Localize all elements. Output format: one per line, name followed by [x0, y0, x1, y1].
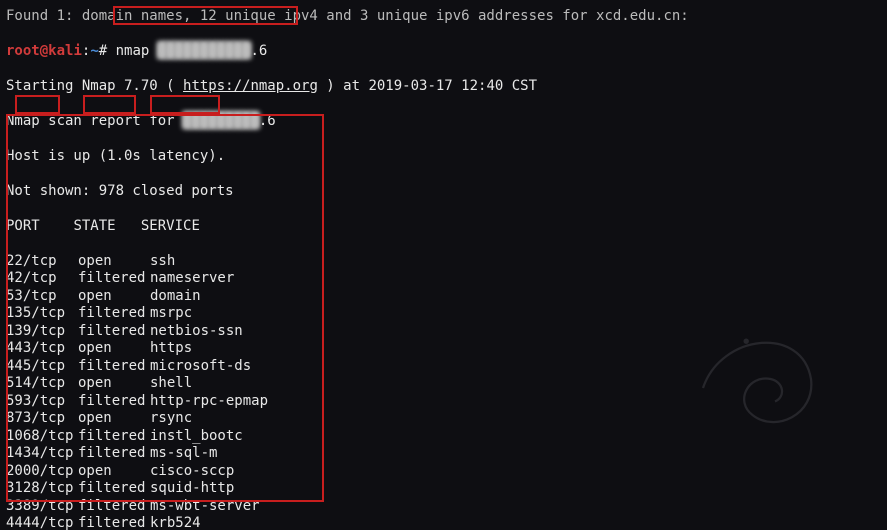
prompt-path: ~ — [90, 43, 98, 59]
cell-port: 445/tcp — [6, 358, 78, 376]
table-row: 873/tcpopenrsync — [6, 410, 881, 428]
cell-port: 3128/tcp — [6, 480, 78, 498]
table-row: 2000/tcpopencisco-sccp — [6, 463, 881, 481]
cell-port: 139/tcp — [6, 323, 78, 341]
prompt-at: @ — [40, 43, 48, 59]
cell-service: cisco-sccp — [150, 463, 234, 481]
hdr-port: PORT — [6, 218, 73, 234]
table-row: 135/tcpfilteredmsrpc — [6, 305, 881, 323]
cell-state: filtered — [78, 358, 150, 376]
cell-state: filtered — [78, 270, 150, 288]
table-row: 4444/tcpfilteredkrb524 — [6, 515, 881, 530]
cell-service: rsync — [150, 410, 192, 428]
cell-state: open — [78, 340, 150, 358]
table-row: 22/tcpopenssh — [6, 253, 881, 271]
cell-state: filtered — [78, 393, 150, 411]
cell-service: squid-http — [150, 480, 234, 498]
cell-state: open — [78, 288, 150, 306]
cell-port: 2000/tcp — [6, 463, 78, 481]
cell-state: open — [78, 375, 150, 393]
command-name: nmap — [116, 43, 158, 59]
table-row: 53/tcpopendomain — [6, 288, 881, 306]
cell-port: 1068/tcp — [6, 428, 78, 446]
prompt-user: root — [6, 43, 40, 59]
table-row: 139/tcpfilterednetbios-ssn — [6, 323, 881, 341]
nmap-url[interactable]: https://nmap.org — [183, 78, 318, 94]
cell-service: instl_bootc — [150, 428, 243, 446]
cell-port: 593/tcp — [6, 393, 78, 411]
cell-port: 22/tcp — [6, 253, 78, 271]
redacted-ip: ███████████ — [158, 43, 251, 59]
port-table: 22/tcpopenssh42/tcpfilterednameserver53/… — [6, 253, 881, 530]
prompt-host: kali — [48, 43, 82, 59]
cell-state: filtered — [78, 445, 150, 463]
table-header: PORT STATE SERVICE — [6, 218, 881, 236]
cell-port: 3389/tcp — [6, 498, 78, 516]
cell-service: domain — [150, 288, 201, 306]
cell-service: http-rpc-epmap — [150, 393, 268, 411]
table-row: 1068/tcpfilteredinstl_bootc — [6, 428, 881, 446]
table-row: 1434/tcpfilteredms-sql-m — [6, 445, 881, 463]
cell-state: filtered — [78, 515, 150, 530]
command-tail: .6 — [250, 43, 267, 59]
cell-service: ms-sql-m — [150, 445, 217, 463]
cell-state: open — [78, 463, 150, 481]
cell-service: ms-wbt-server — [150, 498, 260, 516]
not-shown-line: Not shown: 978 closed ports — [6, 183, 881, 201]
terminal-output: Found 1: domain names, 12 unique ipv4 an… — [0, 0, 887, 530]
cell-service: nameserver — [150, 270, 234, 288]
cell-state: filtered — [78, 305, 150, 323]
cell-service: microsoft-ds — [150, 358, 251, 376]
table-row: 3389/tcpfilteredms-wbt-server — [6, 498, 881, 516]
cell-port: 135/tcp — [6, 305, 78, 323]
table-row: 593/tcpfilteredhttp-rpc-epmap — [6, 393, 881, 411]
cell-state: filtered — [78, 498, 150, 516]
cell-port: 42/tcp — [6, 270, 78, 288]
cell-port: 443/tcp — [6, 340, 78, 358]
cell-port: 53/tcp — [6, 288, 78, 306]
cell-service: https — [150, 340, 192, 358]
cell-port: 514/tcp — [6, 375, 78, 393]
cell-state: filtered — [78, 428, 150, 446]
cell-service: netbios-ssn — [150, 323, 243, 341]
cell-port: 4444/tcp — [6, 515, 78, 530]
cell-state: filtered — [78, 323, 150, 341]
nmap-report-line: Nmap scan report for █████████.6 — [6, 113, 881, 131]
hdr-service: SERVICE — [141, 218, 200, 234]
host-status-line: Host is up (1.0s latency). — [6, 148, 881, 166]
cell-service: msrpc — [150, 305, 192, 323]
cell-service: shell — [150, 375, 192, 393]
table-row: 3128/tcpfilteredsquid-http — [6, 480, 881, 498]
hdr-state: STATE — [73, 218, 140, 234]
cutoff-line: Found 1: domain names, 12 unique ipv4 an… — [6, 8, 881, 26]
prompt-hash: # — [99, 43, 116, 59]
prompt-line[interactable]: root@kali:~# nmap ███████████.6 — [6, 43, 881, 61]
cell-state: open — [78, 253, 150, 271]
table-row: 445/tcpfilteredmicrosoft-ds — [6, 358, 881, 376]
table-row: 42/tcpfilterednameserver — [6, 270, 881, 288]
cell-port: 873/tcp — [6, 410, 78, 428]
cell-state: open — [78, 410, 150, 428]
cell-service: krb524 — [150, 515, 201, 530]
cell-service: ssh — [150, 253, 175, 271]
cell-state: filtered — [78, 480, 150, 498]
nmap-starting-line: Starting Nmap 7.70 ( https://nmap.org ) … — [6, 78, 881, 96]
redacted-host: █████████ — [183, 113, 259, 129]
table-row: 443/tcpopenhttps — [6, 340, 881, 358]
cell-port: 1434/tcp — [6, 445, 78, 463]
table-row: 514/tcpopenshell — [6, 375, 881, 393]
